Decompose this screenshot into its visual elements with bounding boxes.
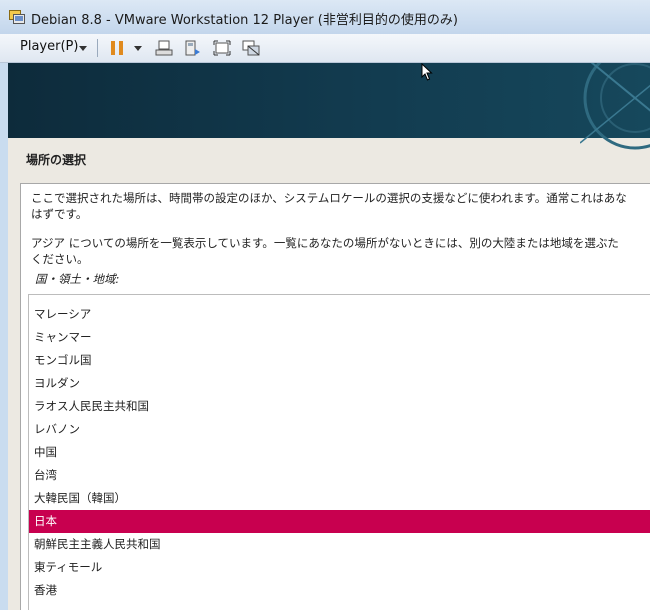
list-item-selected[interactable]: 日本 <box>29 510 650 533</box>
list-item[interactable]: 大韓民国（韓国） <box>29 487 650 510</box>
player-menu[interactable]: Player(P) <box>20 39 78 54</box>
country-list-label: 国・領土・地域: <box>35 272 120 286</box>
pause-menu-chevron-down-icon[interactable] <box>134 46 142 51</box>
player-menu-chevron-down-icon[interactable] <box>79 46 87 51</box>
list-item[interactable]: 香港 <box>29 579 650 602</box>
vmware-app-icon <box>9 10 25 24</box>
list-item[interactable]: モンゴル国 <box>29 349 650 372</box>
location-panel: ここで選択された場所は、時間帯の設定のほか、システムロケールの選択の支援などに使… <box>20 183 650 610</box>
list-item[interactable]: 東ティモール <box>29 556 650 579</box>
toolbar-divider <box>97 39 98 57</box>
country-list-items: マレーシア ミャンマー モンゴル国 ヨルダン ラオス人民民主共和国 レバノン 中国 台湾 大韓民… <box>29 303 650 602</box>
send-ctrl-alt-del-icon[interactable] <box>155 40 173 56</box>
list-item[interactable]: 台湾 <box>29 464 650 487</box>
location-description: ここで選択された場所は、時間帯の設定のほか、システムロケールの選択の支援などに使… <box>31 191 627 221</box>
removable-devices-icon[interactable] <box>184 40 202 56</box>
unity-icon[interactable] <box>242 40 260 56</box>
list-item[interactable]: レバノン <box>29 418 650 441</box>
list-item[interactable]: ヨルダン <box>29 372 650 395</box>
country-list[interactable]: マレーシア ミャンマー モンゴル国 ヨルダン ラオス人民民主共和国 レバノン 中国 台湾 大韓民… <box>28 294 650 610</box>
window-title-bar[interactable]: Debian 8.8 - VMware Workstation 12 Playe… <box>0 0 650 35</box>
fullscreen-icon[interactable] <box>213 40 231 56</box>
list-item[interactable]: ラオス人民民主共和国 <box>29 395 650 418</box>
list-item[interactable]: マレーシア <box>29 303 650 326</box>
debian-installer-banner <box>8 63 650 150</box>
debian-swirl-logo <box>580 63 650 150</box>
list-item[interactable]: 朝鮮民主主義人民共和国 <box>29 533 650 556</box>
window-title: Debian 8.8 - VMware Workstation 12 Playe… <box>31 13 458 28</box>
mouse-pointer-icon <box>421 63 433 81</box>
continent-description: アジア についての場所を一覧表示しています。一覧にあなたの場所がないときには、別… <box>31 236 619 266</box>
list-item[interactable]: 中国 <box>29 441 650 464</box>
list-item[interactable]: ミャンマー <box>29 326 650 349</box>
vm-guest-screen[interactable]: 場所の選択 ここで選択された場所は、時間帯の設定のほか、システムロケールの選択の… <box>8 63 650 610</box>
player-toolbar: Player(P) <box>0 34 650 63</box>
page-title: 場所の選択 <box>26 153 87 167</box>
pause-icon[interactable] <box>109 40 125 56</box>
